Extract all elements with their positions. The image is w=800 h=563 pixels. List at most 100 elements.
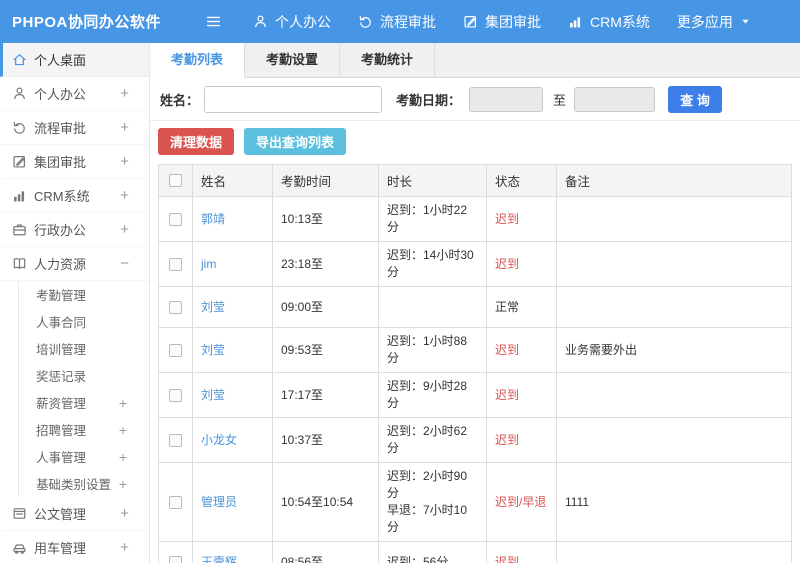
duration-line: 迟到：2小时90分 <box>387 469 468 500</box>
status-text: 迟到 <box>495 554 520 563</box>
table-row: 小龙女 10:37至 迟到：2小时62分 迟到 <box>158 417 792 463</box>
nav-item-label: 个人办公 <box>275 13 331 30</box>
process-icon <box>12 120 27 135</box>
table-row: 刘莹 17:17至 迟到：9小时28分 迟到 <box>158 372 792 418</box>
sidebar-item-label: 公文管理 <box>34 507 87 522</box>
home-icon <box>12 52 27 67</box>
row-checkbox[interactable] <box>169 343 182 357</box>
table-row: 郭靖 10:13至 迟到：1小时22分 迟到 <box>158 196 792 242</box>
row-checkbox[interactable] <box>169 433 182 447</box>
sidebar-subitem-recruitment-management[interactable]: 招聘管理 + <box>19 416 149 443</box>
duration-cell: 迟到：1小时22分 <box>378 196 487 242</box>
remark-cell <box>556 541 792 563</box>
sidebar-item-label: 个人办公 <box>34 87 87 102</box>
sidebar-item-crm-system[interactable]: CRM系统 + <box>0 179 149 213</box>
nav-item-group-approval[interactable]: 集团审批 <box>463 12 541 32</box>
checkbox-cell <box>158 327 193 373</box>
sidebar-subitem-reward-punishment-records[interactable]: 奖惩记录 <box>19 362 149 389</box>
sidebar-subitem-basic-category-settings[interactable]: 基础类别设置 + <box>19 470 149 497</box>
employee-name-link[interactable]: jim <box>201 257 216 271</box>
expand-toggle-icon[interactable]: + <box>119 450 127 464</box>
status-cell: 迟到 <box>486 196 557 242</box>
employee-name-link[interactable]: 刘莹 <box>201 388 225 402</box>
sidebar-subitem-personnel-contract[interactable]: 人事合同 <box>19 308 149 335</box>
date-to-input[interactable] <box>574 86 656 112</box>
user-icon <box>253 14 268 29</box>
expand-toggle-icon[interactable]: − <box>120 256 129 271</box>
sidebar-subitem-attendance-management[interactable]: 考勤管理 <box>19 281 149 308</box>
top-navbar: PHPOA协同办公软件 个人办公 流程审批 集团审批 CRM系统 更多应用 <box>0 0 800 43</box>
sidebar-toggle-button[interactable] <box>200 13 226 30</box>
sidebar-item-vehicle-management[interactable]: 用车管理 + <box>0 531 149 563</box>
column-header: 时长 <box>378 164 487 197</box>
tab-attendance-stats[interactable]: 考勤统计 <box>340 43 436 77</box>
sidebar-item-document-management[interactable]: 公文管理 + <box>0 497 149 531</box>
status-cell: 迟到 <box>486 541 557 563</box>
status-text: 迟到 <box>495 211 520 226</box>
row-checkbox[interactable] <box>169 257 182 271</box>
sidebar-item-admin-office[interactable]: 行政办公 + <box>0 213 149 247</box>
filter-bar: 姓名： 考勤日期： 至 查 询 <box>150 78 800 121</box>
expand-toggle-icon[interactable]: + <box>119 423 127 437</box>
time-cell: 08:56至 <box>272 541 379 563</box>
nav-item-label: 集团审批 <box>485 13 541 30</box>
expand-toggle-icon[interactable]: + <box>120 120 129 135</box>
nav-item-workflow-approval[interactable]: 流程审批 <box>358 12 436 32</box>
tab-attendance-settings[interactable]: 考勤设置 <box>245 43 341 77</box>
expand-toggle-icon[interactable]: + <box>120 188 129 203</box>
sidebar-subitem-salary-management[interactable]: 薪资管理 + <box>19 389 149 416</box>
export-list-button[interactable]: 导出查询列表 <box>244 128 347 155</box>
remark-cell <box>556 241 792 287</box>
employee-name-link[interactable]: 小龙女 <box>201 433 237 447</box>
sidebar-item-label: CRM系统 <box>34 189 90 204</box>
caret-down-icon <box>740 16 751 27</box>
employee-name-link[interactable]: 刘莹 <box>201 343 225 357</box>
row-checkbox[interactable] <box>169 388 182 402</box>
row-checkbox[interactable] <box>169 212 182 226</box>
sidebar-item-human-resources[interactable]: 人力资源 − <box>0 247 149 281</box>
checkbox-cell <box>158 286 193 328</box>
query-button[interactable]: 查 询 <box>668 85 723 113</box>
sidebar-item-workflow-approval[interactable]: 流程审批 + <box>0 111 149 145</box>
attendance-table: 姓名 考勤时间 时长 状态 备注 郭靖 10:13至 迟到：1小时22分 迟到 jim 23:18… <box>158 164 792 563</box>
tab-attendance-list[interactable]: 考勤列表 <box>150 43 246 78</box>
duration-line: 迟到：2小时62分 <box>387 424 468 455</box>
sidebar-subitem-label: 基础类别设置 <box>36 478 112 492</box>
expand-toggle-icon[interactable]: + <box>119 396 127 410</box>
employee-name-link[interactable]: 王壹辉 <box>201 555 237 563</box>
expand-toggle-icon[interactable]: + <box>120 154 129 169</box>
nav-item-label: 流程审批 <box>380 13 436 30</box>
action-toolbar: 清理数据 导出查询列表 <box>150 121 800 163</box>
clean-data-button[interactable]: 清理数据 <box>158 128 235 155</box>
select-all-checkbox[interactable] <box>169 174 182 187</box>
expand-toggle-icon[interactable]: + <box>120 222 129 237</box>
tab-bar: 考勤列表 考勤设置 考勤统计 <box>150 43 800 78</box>
nav-item-more-apps[interactable]: 更多应用 <box>677 12 751 32</box>
sidebar-item-personal-desktop[interactable]: 个人桌面 <box>0 43 149 77</box>
nav-item-personal-office[interactable]: 个人办公 <box>253 12 331 32</box>
expand-toggle-icon[interactable]: + <box>120 506 129 521</box>
duration-line: 早退：7小时10分 <box>387 503 468 534</box>
row-checkbox[interactable] <box>169 300 182 314</box>
row-checkbox[interactable] <box>169 555 182 563</box>
name-cell: 郭靖 <box>192 196 273 242</box>
nav-item-crm-system[interactable]: CRM系统 <box>568 12 650 32</box>
employee-name-link[interactable]: 刘莹 <box>201 300 225 314</box>
duration-line: 迟到：1小时88分 <box>387 334 468 365</box>
expand-toggle-icon[interactable]: + <box>120 540 129 555</box>
sidebar-item-group-approval[interactable]: 集团审批 + <box>0 145 149 179</box>
sidebar-item-personal-office[interactable]: 个人办公 + <box>0 77 149 111</box>
sidebar-subitem-personnel-management[interactable]: 人事管理 + <box>19 443 149 470</box>
date-to-label: 至 <box>553 92 567 108</box>
row-checkbox[interactable] <box>169 495 182 509</box>
date-from-input[interactable] <box>469 86 544 112</box>
expand-toggle-icon[interactable]: + <box>120 86 129 101</box>
expand-toggle-icon[interactable]: + <box>119 477 127 491</box>
employee-name-link[interactable]: 郭靖 <box>201 212 225 226</box>
employee-name-link[interactable]: 管理员 <box>201 495 237 509</box>
remark-cell: 业务需要外出 <box>556 327 792 373</box>
remark-cell <box>556 286 792 328</box>
name-filter-input[interactable] <box>204 85 383 113</box>
status-text: 迟到 <box>495 342 520 357</box>
sidebar-subitem-training-management[interactable]: 培训管理 <box>19 335 149 362</box>
